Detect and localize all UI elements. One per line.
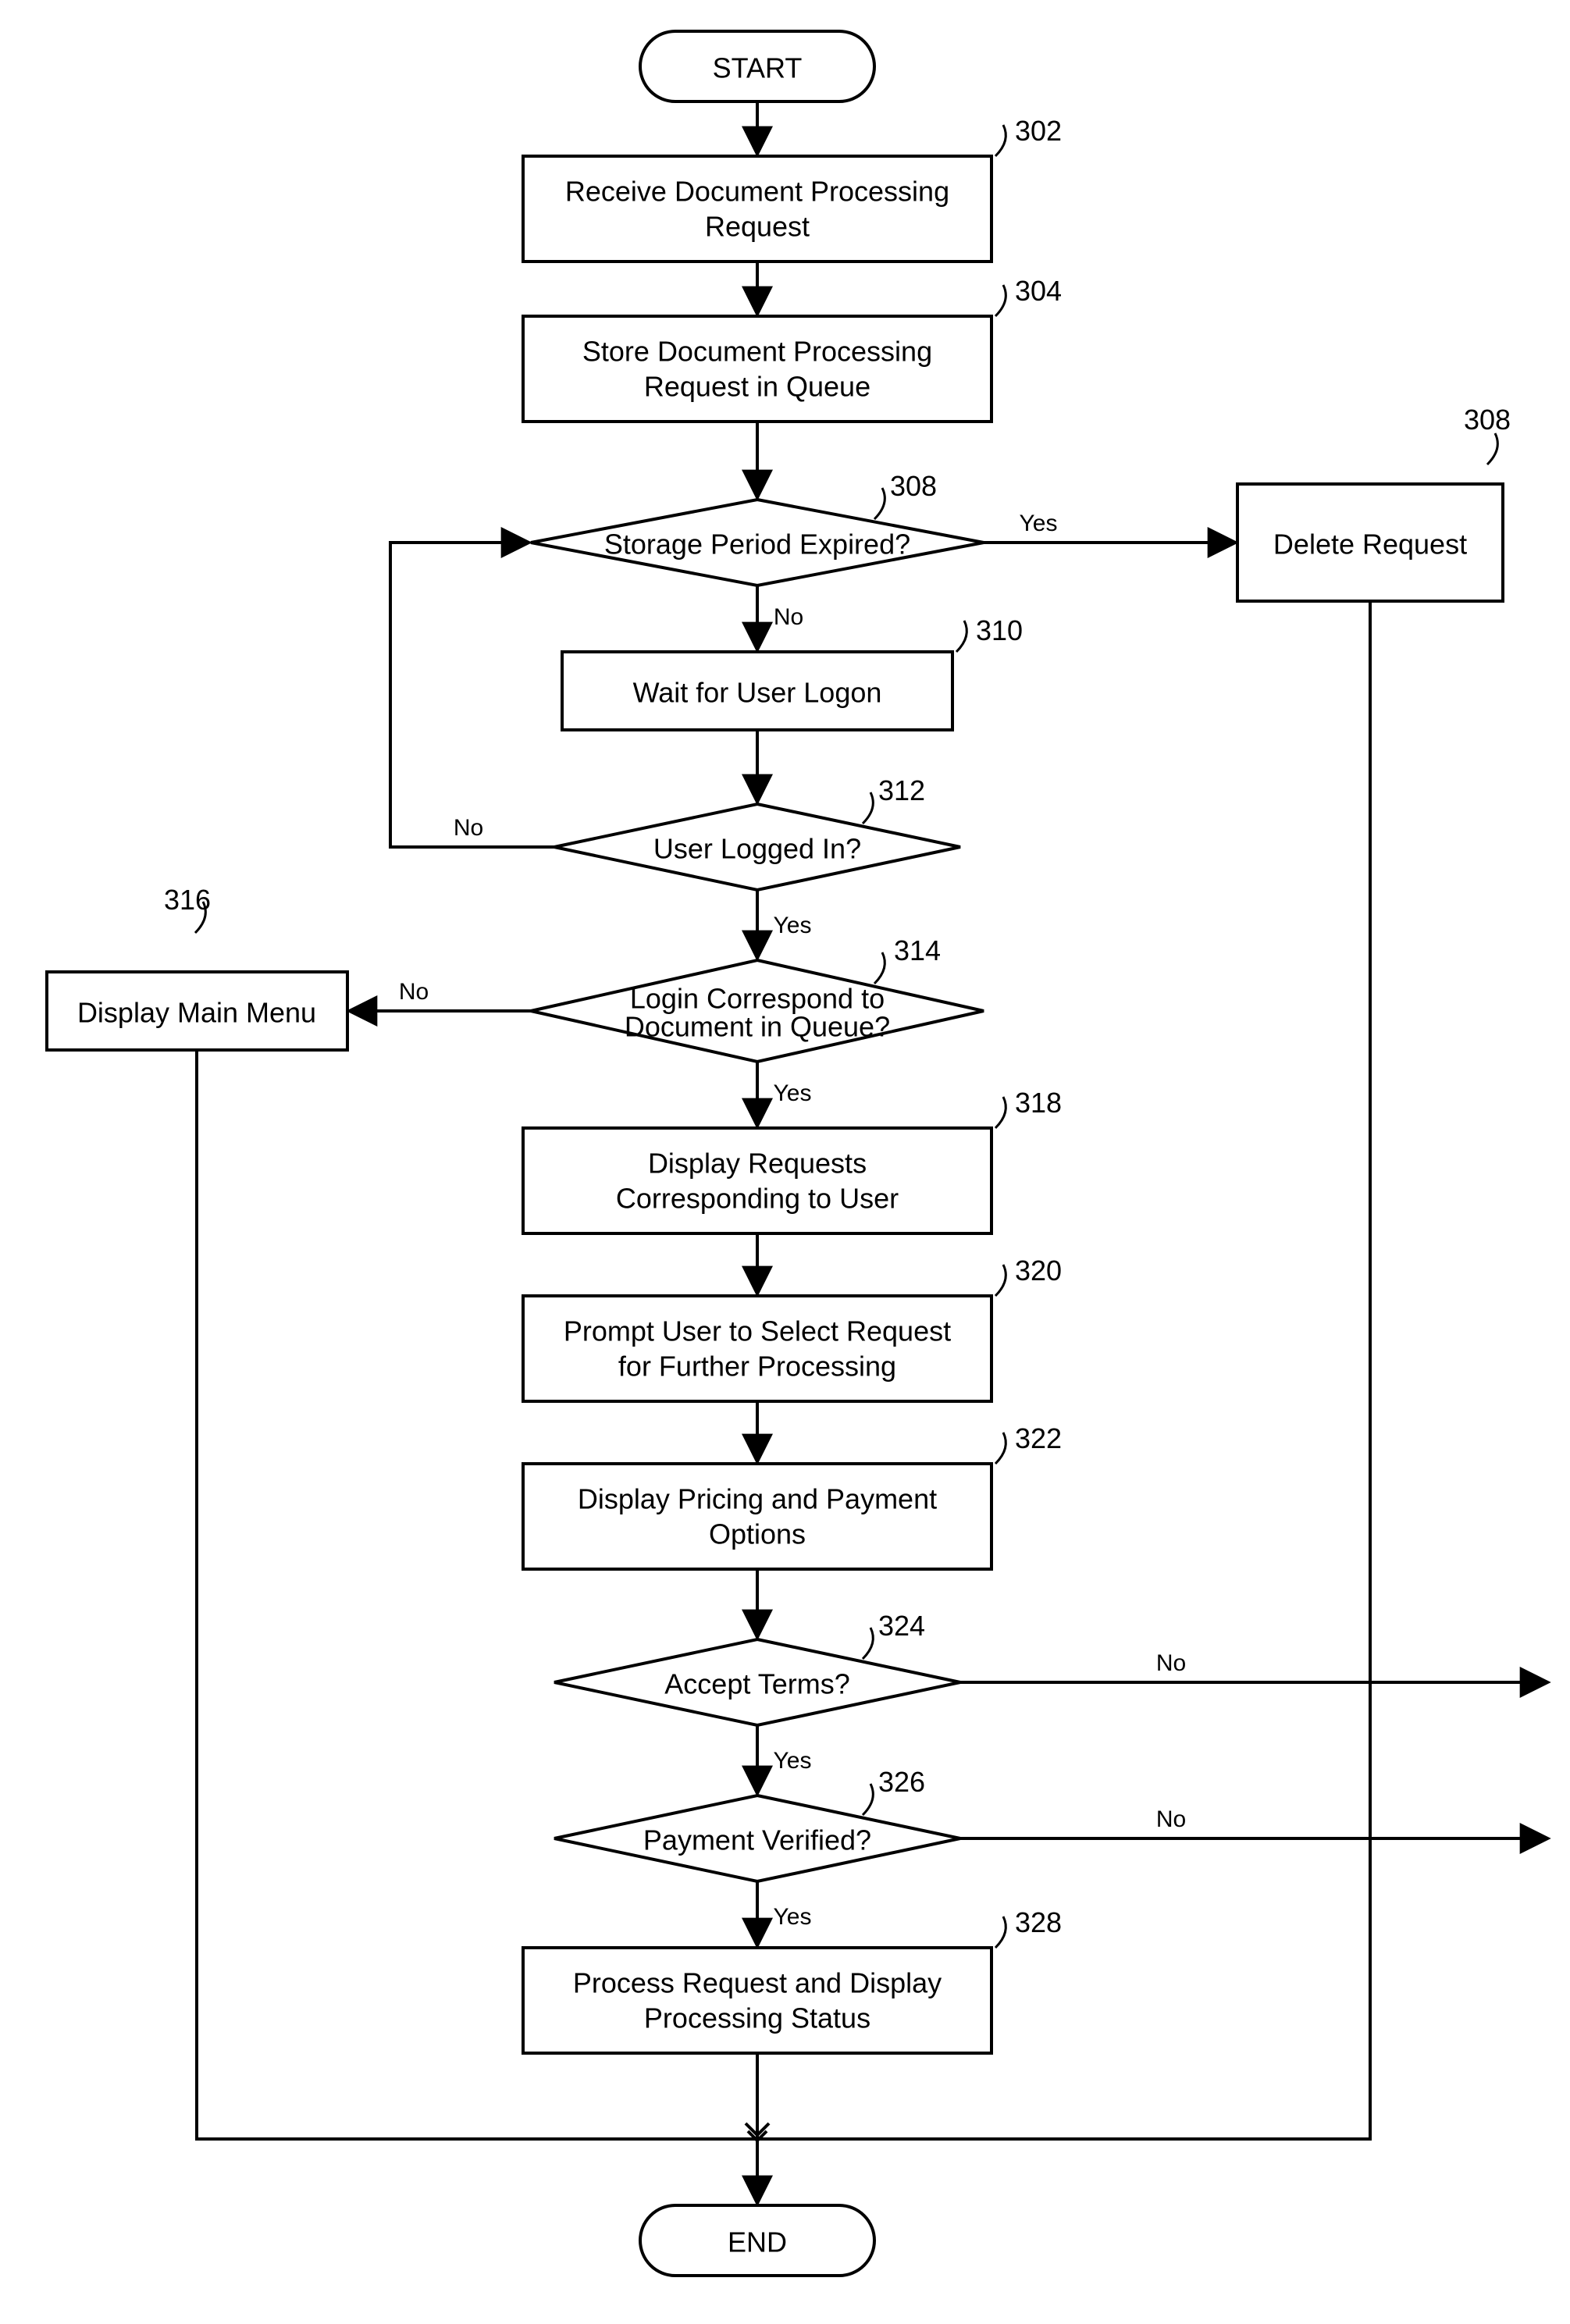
box-302-line2: Request	[705, 211, 810, 243]
ref-b308: 308	[1464, 404, 1511, 436]
ref-tick	[1487, 433, 1497, 464]
edge-label-yes: Yes	[774, 913, 812, 938]
edge-label-no: No	[1156, 1806, 1186, 1832]
box-318-line2: Corresponding to User	[616, 1183, 899, 1215]
box-b308-text: Delete Request	[1273, 529, 1467, 561]
ref-tick	[863, 1628, 873, 1659]
ref-d314: 314	[894, 934, 941, 966]
ref-d326: 326	[878, 1766, 925, 1798]
box-322-line2: Options	[709, 1518, 806, 1550]
ref-tick	[956, 621, 967, 652]
ref-d312: 312	[878, 774, 925, 806]
edge	[390, 543, 554, 847]
edge-label-yes: Yes	[1020, 511, 1058, 536]
ref-tick	[995, 285, 1006, 316]
box-318-line1: Display Requests	[648, 1148, 867, 1180]
ref-304: 304	[1015, 275, 1062, 307]
decision-308-text: Storage Period Expired?	[604, 529, 910, 561]
ref-320: 320	[1015, 1255, 1062, 1287]
box-304	[523, 316, 991, 422]
ref-tick	[995, 1265, 1006, 1296]
box-322-line1: Display Pricing and Payment	[578, 1483, 937, 1515]
box-320-line2: for Further Processing	[618, 1351, 896, 1383]
box-320	[523, 1296, 991, 1401]
decision-326-text: Payment Verified?	[643, 1824, 871, 1856]
ref-tick	[863, 1784, 873, 1815]
ref-tick	[874, 952, 885, 984]
edge-label-yes: Yes	[774, 1080, 812, 1106]
box-322	[523, 1464, 991, 1569]
ref-d308: 308	[890, 470, 937, 502]
edge-label-yes: Yes	[774, 1748, 812, 1774]
ref-d324: 324	[878, 1610, 925, 1642]
ref-302: 302	[1015, 115, 1062, 147]
end-label: END	[728, 2226, 787, 2258]
box-316-text: Display Main Menu	[77, 997, 316, 1029]
ref-318: 318	[1015, 1087, 1062, 1119]
edge-label-no: No	[399, 979, 429, 1005]
edge-label-no: No	[1156, 1650, 1186, 1676]
box-328	[523, 1948, 991, 2053]
edge-label-no: No	[774, 604, 803, 630]
ref-tick	[863, 792, 873, 824]
box-318	[523, 1128, 991, 1233]
decision-314-line1: Login Correspond to	[630, 983, 885, 1015]
start-label: START	[713, 52, 803, 84]
ref-tick	[874, 488, 885, 519]
ref-tick	[995, 1916, 1006, 1948]
box-302-line1: Receive Document Processing	[565, 176, 949, 208]
flowchart: START Receive Document Processing Reques…	[0, 0, 1570, 2324]
decision-312-text: User Logged In?	[653, 833, 861, 865]
ref-tick	[995, 1097, 1006, 1128]
ref-316: 316	[164, 884, 211, 916]
box-304-line2: Request in Queue	[644, 371, 870, 403]
box-328-line1: Process Request and Display	[573, 1967, 942, 1999]
box-310-text: Wait for User Logon	[633, 677, 882, 709]
ref-tick	[995, 1432, 1006, 1464]
ref-322: 322	[1015, 1422, 1062, 1454]
edge-label-yes: Yes	[774, 1904, 812, 1930]
edge-label-no: No	[454, 815, 483, 841]
decision-324-text: Accept Terms?	[664, 1668, 849, 1700]
decision-314-line2: Document in Queue?	[625, 1011, 890, 1043]
ref-328: 328	[1015, 1906, 1062, 1938]
box-328-line2: Processing Status	[644, 2002, 870, 2034]
ref-tick	[995, 125, 1006, 156]
ref-310: 310	[976, 614, 1023, 646]
box-320-line1: Prompt User to Select Request	[564, 1315, 951, 1347]
box-302	[523, 156, 991, 262]
box-304-line1: Store Document Processing	[582, 336, 932, 368]
